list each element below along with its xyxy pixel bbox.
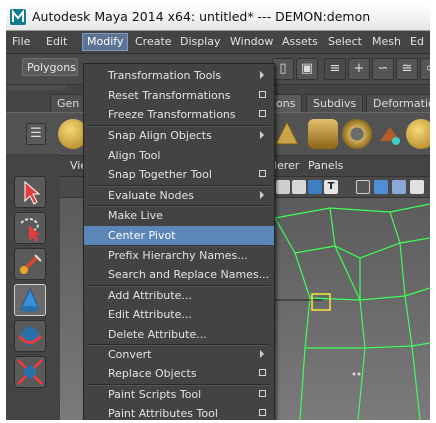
paint-brush-icon: [19, 254, 42, 275]
xray-icon[interactable]: [292, 180, 306, 194]
tab-subdivs[interactable]: Subdivs: [306, 94, 364, 113]
scale-tool[interactable]: [14, 356, 46, 388]
submenu-arrow-icon: [260, 131, 264, 139]
menu-item-snap-together-tool[interactable]: Snap Together Tool: [84, 165, 274, 185]
submenu-arrow-icon: [260, 190, 264, 199]
menu-item-paint-scripts-tool[interactable]: Paint Scripts Tool: [84, 385, 274, 405]
menu-modify[interactable]: Modify: [82, 33, 129, 51]
divider-icon: ≡: [324, 58, 346, 80]
menu-item-make-live[interactable]: Make Live: [84, 206, 274, 226]
menu-item-prefix-hierarchy-names[interactable]: Prefix Hierarchy Names...: [84, 246, 274, 266]
menu-window[interactable]: Window: [230, 34, 273, 50]
rotate-tool[interactable]: [14, 320, 46, 352]
menu-item-freeze-transformations[interactable]: Freeze Transformations: [84, 105, 274, 125]
option-box-icon[interactable]: [259, 170, 266, 177]
submenu-arrow-icon: [260, 349, 264, 358]
select-by-object-icon[interactable]: ▣: [296, 58, 318, 80]
menu-item-center-pivot[interactable]: Center Pivot: [84, 225, 274, 245]
option-box-icon[interactable]: [259, 389, 266, 397]
snap-icon[interactable]: ▯: [272, 58, 294, 80]
menu-create[interactable]: Create: [135, 34, 172, 50]
title-bar: Autodesk Maya 2014 x64: untitled* --- DE…: [6, 4, 430, 31]
smooth-shade-icon[interactable]: [374, 180, 388, 194]
lasso-tool[interactable]: [14, 212, 46, 244]
tab-general[interactable]: Gen: [50, 94, 87, 113]
shelf-menu-icon[interactable]: ☰: [26, 123, 46, 145]
move-cone-icon: [20, 287, 40, 312]
tab-deformation[interactable]: Deformatio: [366, 94, 430, 113]
extrude-shelf-icon[interactable]: [376, 121, 404, 149]
option-box-icon[interactable]: [259, 90, 266, 98]
menu-item-align-tool[interactable]: Align Tool: [84, 146, 274, 166]
menu-item-search-replace-names[interactable]: Search and Replace Names...: [84, 265, 274, 285]
menu-edit-mesh[interactable]: Ed: [410, 34, 424, 50]
center-pivot-marker: [311, 293, 331, 311]
menu-item-edit-attribute[interactable]: Edit Attribute...: [84, 305, 274, 325]
main-menu-bar: File Edit Modify Create Display Window A…: [6, 31, 430, 54]
maya-window: Autodesk Maya 2014 x64: untitled* --- DE…: [6, 4, 430, 420]
menu-item-paint-attributes-tool[interactable]: Paint Attributes Tool: [84, 404, 274, 420]
cone-shelf-icon[interactable]: [272, 119, 302, 149]
option-box-icon[interactable]: [259, 110, 266, 117]
modify-dropdown-menu: Transformation Tools Reset Transformatio…: [83, 63, 275, 420]
snap-view-icon[interactable]: ∞: [420, 58, 430, 80]
texture-icon[interactable]: T: [324, 180, 338, 194]
rotate-sphere-icon: [17, 327, 43, 345]
pipe-shelf-icon[interactable]: [406, 119, 430, 149]
menu-item-snap-align-objects[interactable]: Snap Align Objects: [84, 126, 274, 146]
viewport-menu-panels[interactable]: Panels: [308, 159, 343, 172]
menu-item-reset-transformations[interactable]: Reset Transformations: [84, 86, 274, 106]
menu-item-replace-objects[interactable]: Replace Objects: [84, 364, 274, 384]
menu-file[interactable]: File: [12, 34, 30, 50]
tool-box: [6, 154, 60, 420]
option-box-icon[interactable]: [259, 369, 266, 376]
flat-shade-icon[interactable]: [392, 180, 406, 194]
cylinder-shelf-icon[interactable]: [308, 119, 338, 149]
lighting-icon[interactable]: [410, 180, 424, 194]
menu-display[interactable]: Display: [180, 34, 221, 50]
maya-logo-icon: [10, 9, 26, 25]
scale-cube-icon: [16, 358, 44, 386]
snap-curve-icon[interactable]: ∽: [372, 58, 394, 80]
submenu-arrow-icon: [260, 71, 264, 79]
menu-item-convert[interactable]: Convert: [84, 345, 274, 365]
image-plane-icon[interactable]: [308, 180, 322, 194]
window-title: Autodesk Maya 2014 x64: untitled* --- DE…: [32, 9, 371, 24]
arrow-cursor-icon: [24, 180, 41, 205]
menu-item-transformation-tools[interactable]: Transformation Tools: [84, 66, 274, 86]
menu-assets[interactable]: Assets: [282, 34, 318, 50]
menu-mesh[interactable]: Mesh: [372, 34, 401, 50]
option-box-icon[interactable]: [259, 409, 266, 416]
torus-shelf-icon[interactable]: [342, 119, 372, 149]
grid-icon[interactable]: [276, 180, 290, 194]
paint-select-tool[interactable]: [14, 248, 46, 280]
menu-item-evaluate-nodes[interactable]: Evaluate Nodes: [84, 186, 274, 206]
wireframe-cube-icon[interactable]: [356, 180, 370, 194]
move-tool[interactable]: [14, 284, 46, 316]
snap-point-icon[interactable]: ≅: [396, 58, 418, 80]
menu-select[interactable]: Select: [328, 34, 362, 50]
plus-icon[interactable]: +: [348, 58, 370, 80]
select-tool[interactable]: [14, 176, 46, 208]
menu-edit[interactable]: Edit: [46, 34, 67, 50]
lasso-icon: [20, 218, 40, 242]
menu-set-selector[interactable]: Polygons: [22, 58, 78, 76]
menu-item-add-attribute[interactable]: Add Attribute...: [84, 286, 274, 306]
menu-item-delete-attribute[interactable]: Delete Attribute...: [84, 325, 274, 345]
